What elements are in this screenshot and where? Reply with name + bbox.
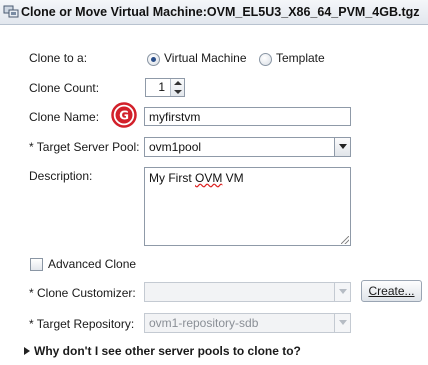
radio-template[interactable] <box>259 53 272 66</box>
clone-count-label: Clone Count: <box>29 81 100 95</box>
target-repository-value[interactable]: ovm1-repository-sdb <box>149 316 258 330</box>
clone-customizer-label: * Clone Customizer: <box>29 286 136 300</box>
description-label: Description: <box>29 169 93 183</box>
expand-triangle-icon[interactable] <box>24 347 30 355</box>
help-expander-label[interactable]: Why don't I see other server pools to cl… <box>34 344 301 358</box>
clone-count-value[interactable]: 1 <box>146 79 168 96</box>
target-repository-label: * Target Repository: <box>29 317 135 331</box>
target-repository-select[interactable]: ovm1-repository-sdb <box>144 313 351 333</box>
resize-grip-icon[interactable] <box>341 236 349 244</box>
clone-name-label: Clone Name: <box>29 110 100 124</box>
advanced-clone-checkbox[interactable] <box>30 258 43 271</box>
create-button-label[interactable]: Create... <box>368 284 414 298</box>
radio-template-label[interactable]: Template <box>276 51 325 65</box>
dialog-title: Clone or Move Virtual Machine:OVM_EL5U3_… <box>21 5 420 19</box>
clone-customizer-select[interactable] <box>144 282 351 302</box>
dialog-titlebar: Clone or Move Virtual Machine:OVM_EL5U3_… <box>0 0 428 25</box>
target-server-pool-value[interactable]: ovm1pool <box>149 140 201 154</box>
advanced-clone-label[interactable]: Advanced Clone <box>48 257 136 271</box>
g-annotation-icon: G <box>111 102 137 128</box>
dialog-body: Clone to a: Virtual Machine Template Clo… <box>0 26 428 365</box>
description-text-suffix[interactable]: VM <box>222 171 244 185</box>
chevron-down-icon[interactable] <box>334 283 350 301</box>
create-button[interactable]: Create... <box>361 280 422 302</box>
target-server-pool-select[interactable]: ovm1pool <box>144 137 351 157</box>
chevron-down-icon[interactable] <box>334 138 350 156</box>
clone-count-stepper[interactable]: 1 <box>145 78 185 97</box>
description-spellcheck-word[interactable]: OVM <box>195 171 222 185</box>
chevron-down-icon[interactable] <box>334 314 350 332</box>
radio-virtual-machine[interactable] <box>147 53 160 66</box>
radio-virtual-machine-label[interactable]: Virtual Machine <box>164 51 247 65</box>
clone-to-label: Clone to a: <box>29 51 88 65</box>
description-text[interactable]: My First <box>149 171 195 185</box>
target-server-pool-label: * Target Server Pool: <box>29 140 140 154</box>
clone-name-input[interactable]: myfirstvm <box>144 107 351 126</box>
clone-vm-icon <box>3 5 19 18</box>
clone-count-spin-buttons[interactable] <box>170 79 184 96</box>
svg-text:G: G <box>119 109 129 123</box>
decrement-arrow-icon[interactable] <box>174 90 182 94</box>
increment-arrow-icon[interactable] <box>174 81 182 85</box>
description-textarea[interactable]: My First OVM VM <box>144 167 351 246</box>
help-expander[interactable]: Why don't I see other server pools to cl… <box>24 344 301 358</box>
